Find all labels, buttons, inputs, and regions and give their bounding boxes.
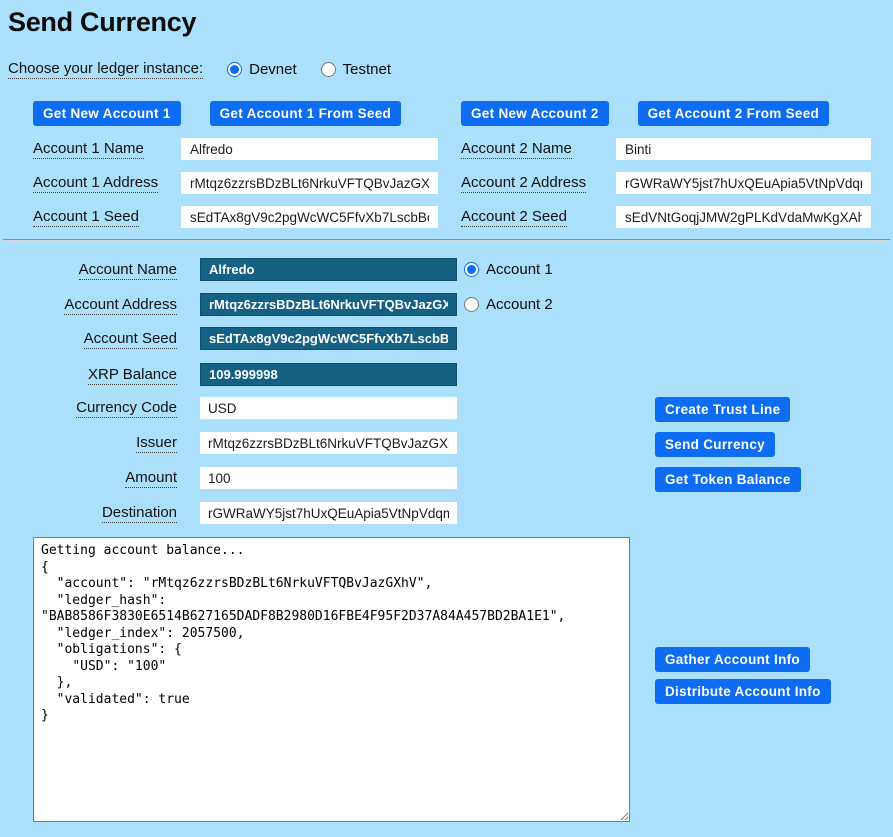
account-address-label: Account Address: [64, 296, 177, 315]
account-seed-row: Account Seed: [0, 327, 457, 350]
account-name-field[interactable]: [200, 258, 457, 281]
account2-address-input[interactable]: [616, 172, 871, 194]
transaction-actions: Create Trust Line Send Currency Get Toke…: [655, 397, 801, 492]
account2-seed-input[interactable]: [616, 206, 871, 228]
gather-account-info-button[interactable]: Gather Account Info: [655, 647, 810, 672]
page-title: Send Currency: [8, 7, 196, 38]
results-textarea[interactable]: Getting account balance... { "account": …: [33, 537, 630, 822]
xrp-balance-label: XRP Balance: [88, 366, 177, 385]
account1-section: Get New Account 1 Get Account 1 From See…: [33, 101, 438, 240]
distribute-account-info-button[interactable]: Distribute Account Info: [655, 679, 831, 704]
account2-select-radio[interactable]: [464, 297, 479, 312]
account1-seed-input[interactable]: [181, 206, 438, 228]
currency-code-row: Currency Code: [0, 397, 457, 419]
account2-address-label: Account 2 Address: [461, 174, 586, 193]
amount-label: Amount: [125, 469, 177, 488]
amount-row: Amount: [0, 467, 457, 489]
issuer-label: Issuer: [136, 434, 177, 453]
account2-seed-label: Account 2 Seed: [461, 208, 567, 227]
account-name-row: Account Name: [0, 258, 457, 281]
account1-select-option[interactable]: Account 1: [464, 258, 553, 281]
get-account2-from-seed-button[interactable]: Get Account 2 From Seed: [638, 101, 829, 126]
account1-name-input[interactable]: [181, 138, 438, 160]
currency-code-input[interactable]: [200, 397, 457, 419]
xrp-balance-field[interactable]: [200, 363, 457, 386]
section-divider: [3, 239, 890, 241]
account-select: Account 1 Account 2: [464, 258, 553, 316]
amount-input[interactable]: [200, 467, 457, 489]
devnet-label: Devnet: [249, 61, 297, 78]
account-address-row: Account Address: [0, 293, 457, 316]
account2-name-label: Account 2 Name: [461, 140, 572, 159]
account-info-actions: Gather Account Info Distribute Account I…: [655, 647, 831, 704]
account1-address-input[interactable]: [181, 172, 438, 194]
account2-select-option[interactable]: Account 2: [464, 293, 553, 316]
destination-input[interactable]: [200, 502, 457, 524]
account2-section: Get New Account 2 Get Account 2 From See…: [461, 101, 871, 240]
account1-address-label: Account 1 Address: [33, 174, 158, 193]
ledger-chooser: Choose your ledger instance: Devnet Test…: [8, 60, 391, 79]
send-currency-button[interactable]: Send Currency: [655, 432, 775, 457]
destination-label: Destination: [102, 504, 177, 523]
account1-select-radio[interactable]: [464, 262, 479, 277]
destination-row: Destination: [0, 502, 457, 524]
account-seed-label: Account Seed: [84, 330, 177, 349]
create-trust-line-button[interactable]: Create Trust Line: [655, 397, 790, 422]
account1-seed-label: Account 1 Seed: [33, 208, 139, 227]
account-seed-field[interactable]: [200, 327, 457, 350]
issuer-row: Issuer: [0, 432, 457, 454]
testnet-radio[interactable]: [321, 62, 336, 77]
account-name-label: Account Name: [79, 261, 177, 280]
get-token-balance-button[interactable]: Get Token Balance: [655, 467, 801, 492]
ledger-chooser-label: Choose your ledger instance:: [8, 60, 203, 79]
account2-name-input[interactable]: [616, 138, 871, 160]
account-address-field[interactable]: [200, 293, 457, 316]
get-account1-from-seed-button[interactable]: Get Account 1 From Seed: [210, 101, 401, 126]
get-new-account2-button[interactable]: Get New Account 2: [461, 101, 609, 126]
testnet-option[interactable]: Testnet: [321, 61, 391, 78]
devnet-radio[interactable]: [227, 62, 242, 77]
account1-select-label: Account 1: [486, 261, 553, 278]
account2-select-label: Account 2: [486, 296, 553, 313]
account1-name-label: Account 1 Name: [33, 140, 144, 159]
get-new-account1-button[interactable]: Get New Account 1: [33, 101, 181, 126]
xrp-balance-row: XRP Balance: [0, 363, 457, 386]
issuer-input[interactable]: [200, 432, 457, 454]
testnet-label: Testnet: [343, 61, 391, 78]
currency-code-label: Currency Code: [76, 399, 177, 418]
devnet-option[interactable]: Devnet: [227, 61, 297, 78]
